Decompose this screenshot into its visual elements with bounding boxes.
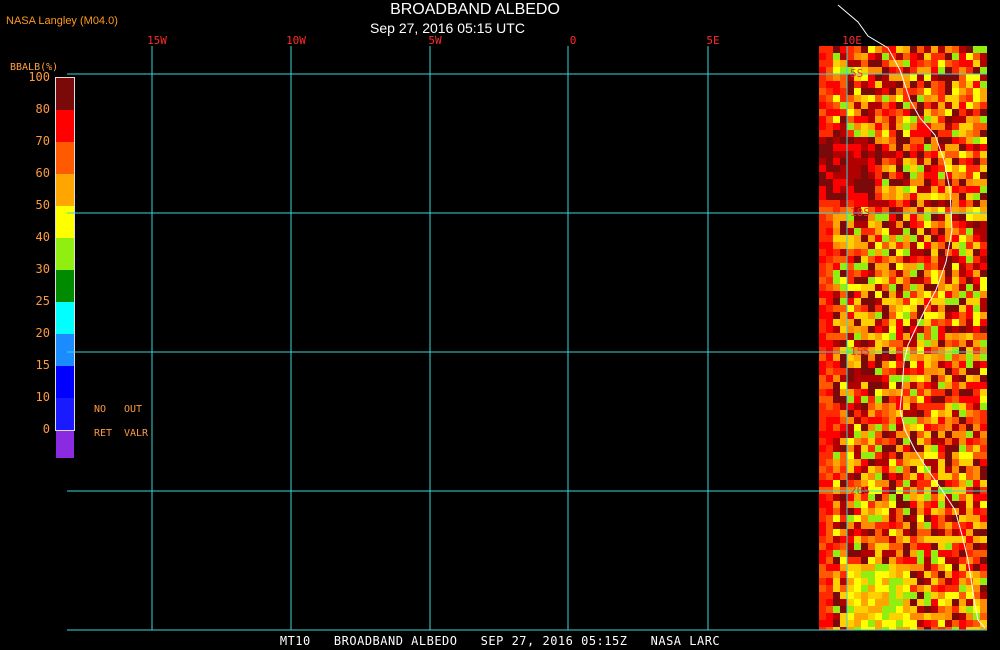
- map-canvas: 15W 10W 5W 0 5E 10E 5S 10S 15S 20S: [67, 4, 987, 631]
- lon-label: 10W: [286, 34, 306, 47]
- footer-caption: MT10 BROADBAND ALBEDO SEP 27, 2016 05:15…: [279, 634, 721, 648]
- lon-label: 5W: [428, 34, 442, 47]
- lon-label: 0: [570, 34, 577, 47]
- lon-label: 5E: [706, 34, 719, 47]
- albedo-swath: [819, 46, 987, 630]
- lat-label: 5S: [850, 67, 863, 80]
- lon-label: 10E: [842, 34, 862, 47]
- lon-label: 15W: [147, 34, 167, 47]
- lat-label: 10S: [850, 206, 870, 219]
- lat-label: 15S: [850, 345, 870, 358]
- lat-label: 20S: [850, 484, 870, 497]
- grid-labels: 15W 10W 5W 0 5E 10E 5S 10S 15S 20S: [147, 34, 870, 497]
